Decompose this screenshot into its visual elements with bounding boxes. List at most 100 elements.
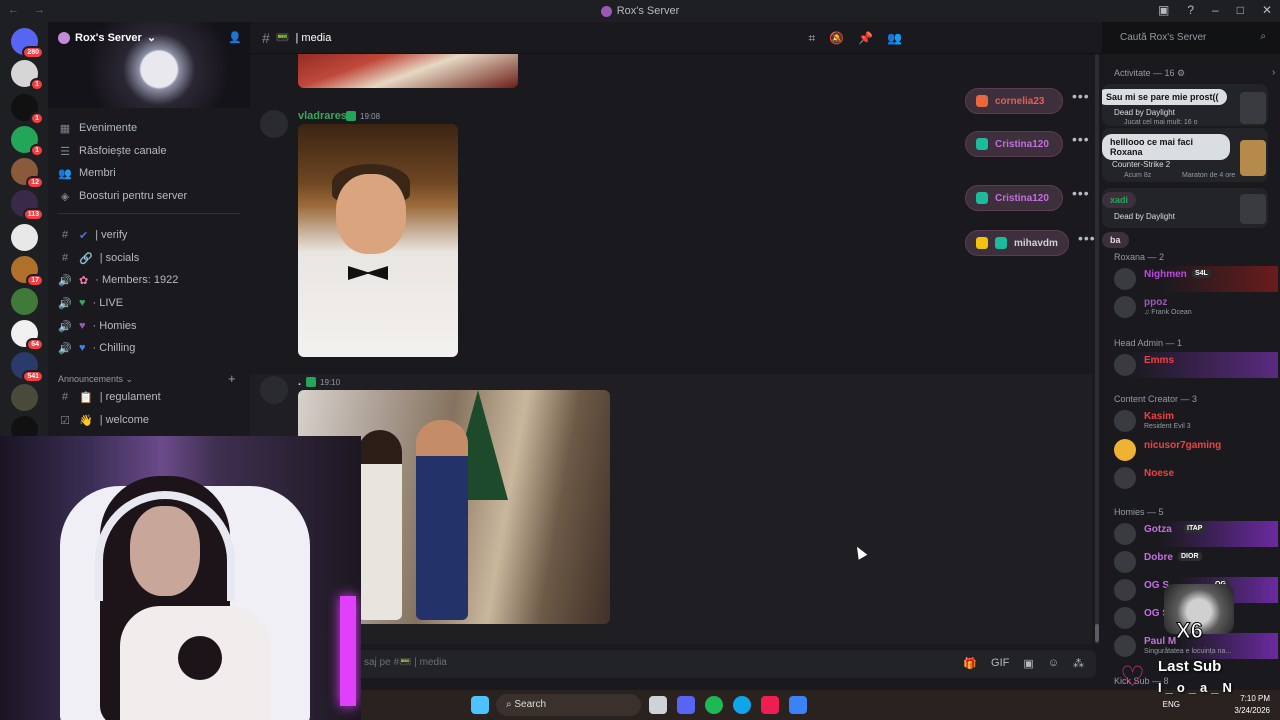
menu-item-boosts[interactable]: ◈ Boosturi pentru server (58, 187, 187, 205)
mute-bell-icon[interactable]: 🔕 (829, 31, 844, 46)
channel-live[interactable]: 🔊 ♥ · LIVE (58, 294, 123, 312)
minimize-button[interactable]: – (1212, 3, 1219, 17)
emoji-icon[interactable]: ☺ (1048, 657, 1059, 670)
avatar (1114, 354, 1136, 376)
discord-icon[interactable] (677, 696, 695, 714)
avatar (1114, 439, 1136, 461)
server-icon[interactable] (11, 224, 38, 251)
threads-icon[interactable]: ⌗ (808, 31, 815, 46)
windows-start-icon[interactable] (471, 696, 489, 714)
server-icon[interactable]: 541 (11, 352, 44, 383)
spotify-icon[interactable] (705, 696, 723, 714)
mention-badge: 1 (30, 144, 44, 157)
activity-bubble: Sau mi se pare mie prost(( (1102, 89, 1227, 105)
member-row[interactable]: ppoz ♫ Frank Ocean (1112, 294, 1278, 320)
help-icon[interactable]: ? (1187, 3, 1194, 17)
image-attachment[interactable] (298, 124, 458, 357)
message-username[interactable]: . (298, 376, 301, 388)
channel-chilling[interactable]: 🔊 ♥ · Chilling (58, 339, 135, 357)
menu-item-browse-channels[interactable]: ☰ Răsfoiește canale (58, 142, 166, 160)
pin-icon[interactable]: 📌 (858, 31, 873, 46)
sticker-icon[interactable]: ▣ (1023, 657, 1033, 670)
more-options-icon[interactable]: ••• (1072, 88, 1090, 104)
server-icon[interactable]: 12 (11, 158, 44, 189)
channel-homies[interactable]: 🔊 ♥ · Homies (58, 317, 136, 335)
tiktok-icon[interactable] (761, 696, 779, 714)
photo-detail (358, 430, 402, 620)
edge-icon[interactable] (733, 696, 751, 714)
server-icon[interactable]: 1 (11, 126, 44, 157)
member-name: ppoz (1144, 297, 1168, 308)
apps-icon[interactable]: ⁂ (1073, 657, 1084, 670)
direct-messages-icon[interactable]: 280 (11, 28, 44, 59)
member-row[interactable]: Nighmen S4L (1112, 266, 1278, 292)
category-announcements[interactable]: Announcements ⌄ (58, 374, 133, 385)
server-icon[interactable] (11, 288, 38, 315)
server-icon[interactable]: 64 (11, 320, 44, 351)
scrollbar[interactable] (1095, 54, 1099, 644)
chevron-right-icon[interactable]: › (1272, 67, 1275, 78)
member-pill[interactable]: mihavdm (965, 230, 1069, 256)
menu-item-members[interactable]: 👥 Membri (58, 164, 116, 182)
member-pill[interactable]: Cristina120 (965, 185, 1063, 211)
member-row[interactable]: Emms (1112, 352, 1278, 378)
server-icon[interactable] (11, 384, 38, 411)
channel-regulament[interactable]: # 📋 | regulament (58, 388, 161, 406)
more-options-icon[interactable]: ••• (1072, 131, 1090, 147)
avatar (1114, 410, 1136, 432)
file-explorer-icon[interactable] (649, 696, 667, 714)
member-list-icon[interactable]: 👥 (887, 31, 902, 46)
taskbar-search[interactable]: ⌕ Search (496, 694, 641, 716)
channel-label: · Members: 1922 (95, 274, 179, 286)
channel-members-count[interactable]: 🔊 ✿ · Members: 1922 (58, 271, 178, 289)
member-row[interactable]: Kasim Resident Evil 3 (1112, 408, 1278, 434)
activity-section-label: Activitate — 16 ⚙ (1114, 68, 1186, 78)
more-options-icon[interactable]: ••• (1072, 185, 1090, 201)
gif-icon[interactable]: GIF (991, 657, 1009, 670)
server-icon[interactable]: 17 (11, 256, 44, 287)
avatar (1114, 523, 1136, 545)
member-row[interactable]: nicusor7gaming (1112, 437, 1278, 463)
member-pill[interactable]: Cristina120 (965, 131, 1063, 157)
member-row[interactable]: Noese (1112, 465, 1278, 491)
add-channel-icon[interactable]: + (228, 371, 236, 386)
app-icon[interactable] (789, 696, 807, 714)
menu-item-label: Membri (79, 167, 116, 179)
search-input[interactable]: Caută Rox's Server ⌕ (1112, 27, 1272, 49)
scrollbar-thumb[interactable] (1095, 624, 1099, 642)
member-pill[interactable]: cornelia23 (965, 88, 1063, 114)
member-pill-name: Cristina120 (995, 138, 1049, 150)
member-row[interactable]: Gotza ITAP (1112, 521, 1278, 547)
channel-label: | verify (95, 229, 128, 241)
server-icon[interactable]: 1 (11, 94, 44, 125)
image-attachment[interactable] (298, 54, 518, 88)
message-list[interactable]: vladrares 19:08 . 19:10 cornelia23 ••• C… (250, 54, 1102, 644)
mention-badge: 17 (26, 274, 44, 287)
channel-socials[interactable]: # 🔗 | socials (58, 249, 139, 267)
menu-item-label: Boosturi pentru server (79, 190, 188, 202)
inbox-icon[interactable]: ▣ (1158, 3, 1169, 17)
channel-label: | regulament (99, 391, 161, 403)
menu-item-events[interactable]: ▦ Evenimente (58, 119, 137, 137)
avatar[interactable] (260, 110, 288, 138)
photo-detail (336, 174, 406, 254)
server-header[interactable]: Rox's Server ⌄ (58, 31, 156, 44)
language-indicator[interactable]: ENG (1163, 700, 1180, 709)
member-row[interactable]: Dobre DIOR (1112, 549, 1278, 575)
channel-welcome[interactable]: ☑ 👋 | welcome (58, 411, 149, 429)
server-icon[interactable]: 1 (11, 60, 44, 91)
avatar[interactable] (260, 376, 288, 404)
channel-label: · Chilling (92, 342, 136, 354)
maximize-button[interactable]: □ (1237, 3, 1244, 17)
add-member-icon[interactable]: 👤 (228, 31, 242, 44)
channel-name: | media (295, 31, 332, 44)
close-button[interactable]: ✕ (1262, 3, 1272, 17)
role-group-label: Content Creator — 3 (1114, 394, 1198, 404)
server-icon[interactable]: 113 (11, 190, 44, 221)
nav-arrows[interactable]: ← → (8, 4, 51, 16)
message-username[interactable]: vladrares (298, 110, 347, 122)
gift-icon[interactable]: 🎁 (963, 657, 977, 670)
more-options-icon[interactable]: ••• (1078, 230, 1096, 246)
channel-verify[interactable]: # ✔ | verify (58, 226, 127, 244)
message-input[interactable]: saj pe #📟 | media 🎁 GIF ▣ ☺ ⁂ (354, 650, 1096, 678)
